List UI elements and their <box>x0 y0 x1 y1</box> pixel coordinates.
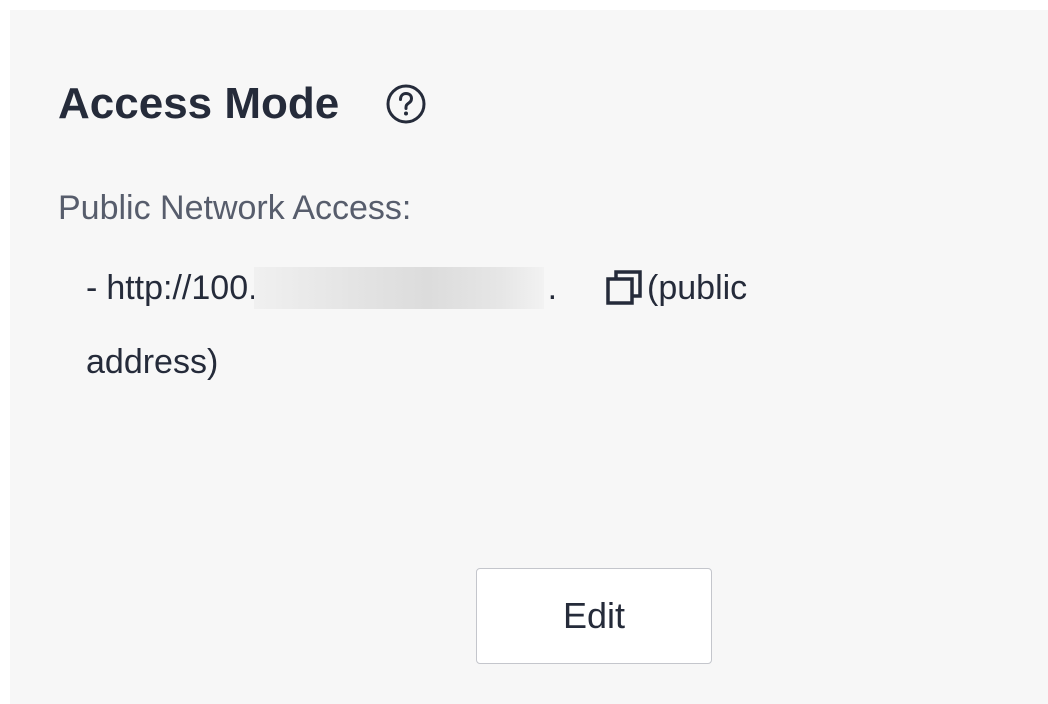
address-dash: - <box>86 269 98 307</box>
public-address-note: (public <box>647 269 748 307</box>
edit-button[interactable]: Edit <box>476 568 712 664</box>
section-title: Access Mode <box>58 79 340 128</box>
copy-icon[interactable] <box>605 268 645 308</box>
title-row: Access Mode <box>58 76 427 132</box>
public-address-note-continued: address) <box>86 343 219 381</box>
public-address-line: - http://100. . (public <box>86 266 747 310</box>
address-prefix: http://100. <box>106 269 258 307</box>
address-suffix: . <box>547 269 558 307</box>
public-network-access-label: Public Network Access: <box>58 189 412 227</box>
redacted-address <box>253 267 544 309</box>
question-circle-icon[interactable] <box>385 83 427 125</box>
